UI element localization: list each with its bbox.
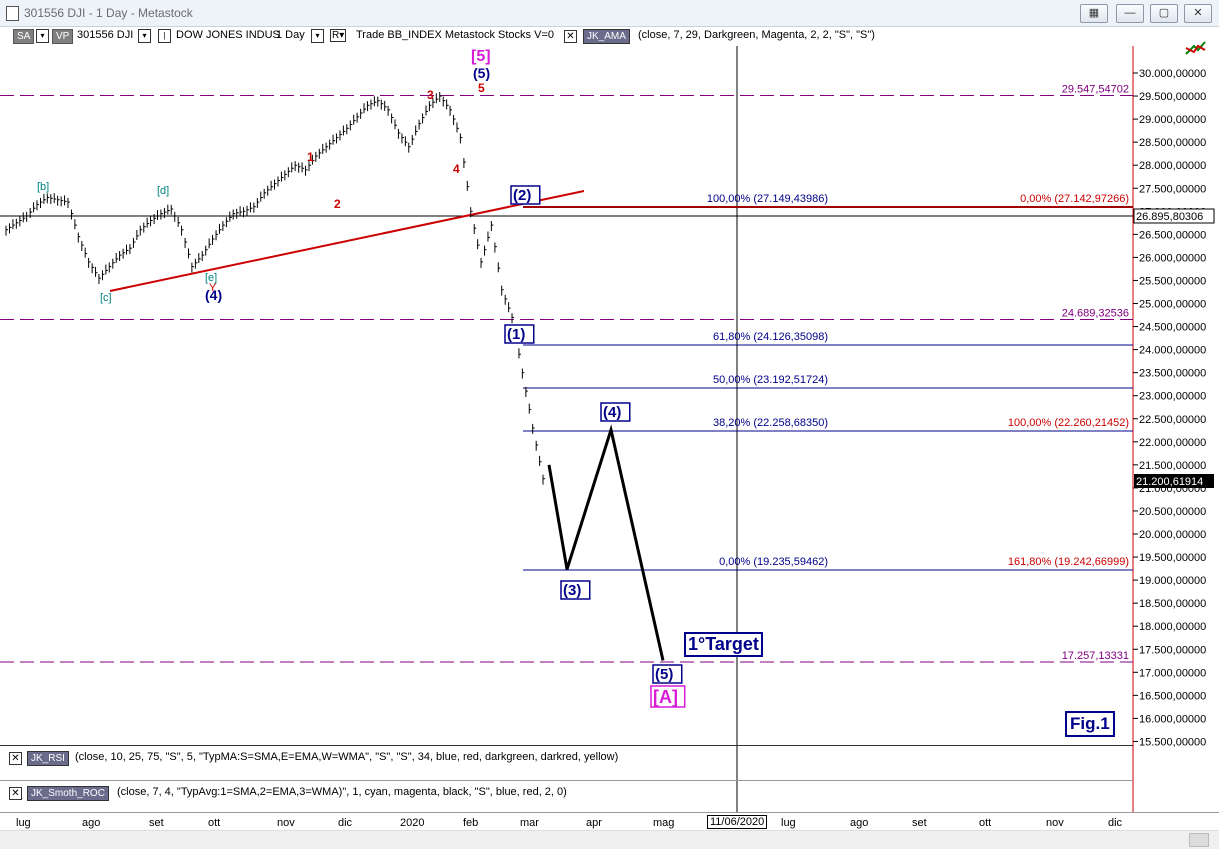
- date-label: dic: [338, 817, 353, 829]
- chart-logo-icon: [1185, 41, 1206, 55]
- y-tick-label: 19.000,00000: [1139, 575, 1206, 587]
- wave-label-3: 3: [427, 88, 434, 102]
- date-label: lug: [16, 817, 31, 829]
- y-tick-label: 15.500,00000: [1139, 736, 1206, 748]
- y-tick-label: 25.500,00000: [1139, 275, 1206, 287]
- price-chart[interactable]: 30.000,00000 29.500,00000 29.000,00000 28.5…: [0, 0, 1219, 812]
- y-tick-label: 21.500,00000: [1139, 460, 1206, 472]
- pane-divider[interactable]: [0, 780, 1133, 781]
- y-tick-label: 24.000,00000: [1139, 345, 1206, 357]
- y-tick-label: 17.500,00000: [1139, 644, 1206, 656]
- date-label: set: [149, 817, 164, 829]
- y-tick-label: 26.500,00000: [1139, 229, 1206, 241]
- fib-extension-label: 0,00% (27.142,97266): [1020, 193, 1129, 205]
- wave-label-1-intermediate: (1): [507, 326, 525, 343]
- date-label: mag: [653, 817, 675, 829]
- wave-label-b: [b]: [37, 181, 49, 193]
- dashed-level-label: 29.547,54702: [1062, 84, 1129, 96]
- rsi-params: (close, 10, 25, 75, "S", 5, "TypMA:S=SMA…: [75, 751, 619, 763]
- y-tick-label: 28.500,00000: [1139, 137, 1206, 149]
- date-label: nov: [1046, 817, 1064, 829]
- y-tick-label: 23.000,00000: [1139, 391, 1206, 403]
- roc-indicator-name[interactable]: JK_Smoth_ROC: [27, 786, 109, 801]
- fib-level-label: 38,20% (22.258,68350): [713, 417, 828, 429]
- roc-params: (close, 7, 4, "TypAvg:1=SMA,2=EMA,3=WMA)…: [117, 786, 567, 798]
- y-tick-label: 23.500,00000: [1139, 368, 1206, 380]
- date-label: apr: [586, 817, 602, 829]
- y-tick-label: 22.500,00000: [1139, 414, 1206, 426]
- date-label: feb: [463, 817, 479, 829]
- wave-label-a: [A]: [653, 687, 678, 707]
- y-tick-label: 18.500,00000: [1139, 598, 1206, 610]
- date-label: 2020: [400, 817, 425, 829]
- rsi-indicator-name[interactable]: JK_RSI: [27, 751, 69, 766]
- y-tick-label: 28.000,00000: [1139, 160, 1206, 172]
- wave-label-5: 5: [478, 81, 485, 95]
- y-tick-label: 19.500,00000: [1139, 552, 1206, 564]
- remove-roc-icon[interactable]: ✕: [9, 787, 22, 800]
- wave-label-1: 1: [307, 150, 314, 164]
- wave-label-4: 4: [453, 162, 460, 176]
- y-tick-label: 25.000,00000: [1139, 299, 1206, 311]
- wave-label-5-intermediate: (5): [473, 65, 490, 81]
- remove-rsi-icon[interactable]: ✕: [9, 752, 22, 765]
- y-tick-label: 24.500,00000: [1139, 322, 1206, 334]
- wave-label-4-prior: (4): [205, 287, 222, 303]
- y-tick-label: 30.000,00000: [1139, 68, 1206, 80]
- y-tick-label: 16.500,00000: [1139, 690, 1206, 702]
- date-label: nov: [277, 817, 295, 829]
- trend-line: [109, 190, 585, 292]
- y-tick-label: 29.000,00000: [1139, 114, 1206, 126]
- date-label: ott: [979, 817, 992, 829]
- date-label: dic: [1108, 817, 1123, 829]
- date-axis: lug ago set ott nov dic 2020 feb mar apr…: [0, 812, 1219, 831]
- wave-label-c: [c]: [100, 292, 112, 304]
- date-label: lug: [781, 817, 796, 829]
- y-tick-label: 20.500,00000: [1139, 506, 1206, 518]
- date-label: set: [912, 817, 927, 829]
- horizontal-scrollbar[interactable]: [0, 830, 1219, 849]
- date-label: mar: [520, 817, 539, 829]
- cursor-date: 11/06/2020: [707, 815, 768, 829]
- y-tick-label: 17.000,00000: [1139, 667, 1206, 679]
- wave-label-3-intermediate: (3): [563, 582, 581, 599]
- wave-label-2-intermediate: (2): [513, 187, 531, 204]
- date-label: ago: [82, 817, 101, 829]
- fib-level-label: 0,00% (19.235,59462): [719, 556, 828, 568]
- y-tick-label: 20.000,00000: [1139, 529, 1206, 541]
- dashed-level-label: 17.257,13331: [1062, 650, 1129, 662]
- wave-label-4-intermediate: (4): [603, 404, 621, 421]
- fib-extension-label: 161,80% (19.242,66999): [1008, 556, 1129, 568]
- fib-level-label: 50,00% (23.192,51724): [713, 374, 828, 386]
- fib-extension-label: 100,00% (22.260,21452): [1008, 417, 1129, 429]
- date-label: ott: [208, 817, 221, 829]
- wave-label-2: 2: [334, 197, 341, 211]
- y-tick-label: 26.000,00000: [1139, 252, 1206, 264]
- y-tick-label: 18.000,00000: [1139, 621, 1206, 633]
- wave-label-5-target: (5): [655, 666, 673, 683]
- target-label: 1°Target: [684, 632, 763, 657]
- wave-label-5-major: [5]: [471, 48, 491, 65]
- fib-level-label: 100,00% (27.149,43986): [707, 193, 828, 205]
- figure-label: Fig.1: [1065, 711, 1115, 737]
- y-tick-label: 22.000,00000: [1139, 437, 1206, 449]
- wave-label-d: [d]: [157, 185, 169, 197]
- dashed-level-label: 24.689,32536: [1062, 308, 1129, 320]
- scroll-thumb[interactable]: [1189, 833, 1209, 847]
- last-price-value: 21.200,61914: [1136, 476, 1203, 488]
- crosshair-value: 26.895,80306: [1136, 211, 1203, 223]
- y-tick-label: 16.000,00000: [1139, 713, 1206, 725]
- y-tick-label: 29.500,00000: [1139, 91, 1206, 103]
- date-label: ago: [850, 817, 869, 829]
- y-tick-label: 27.500,00000: [1139, 183, 1206, 195]
- fib-level-label: 61,80% (24.126,35098): [713, 331, 828, 343]
- pane-divider[interactable]: [0, 745, 1133, 746]
- projection-path: [547, 424, 665, 661]
